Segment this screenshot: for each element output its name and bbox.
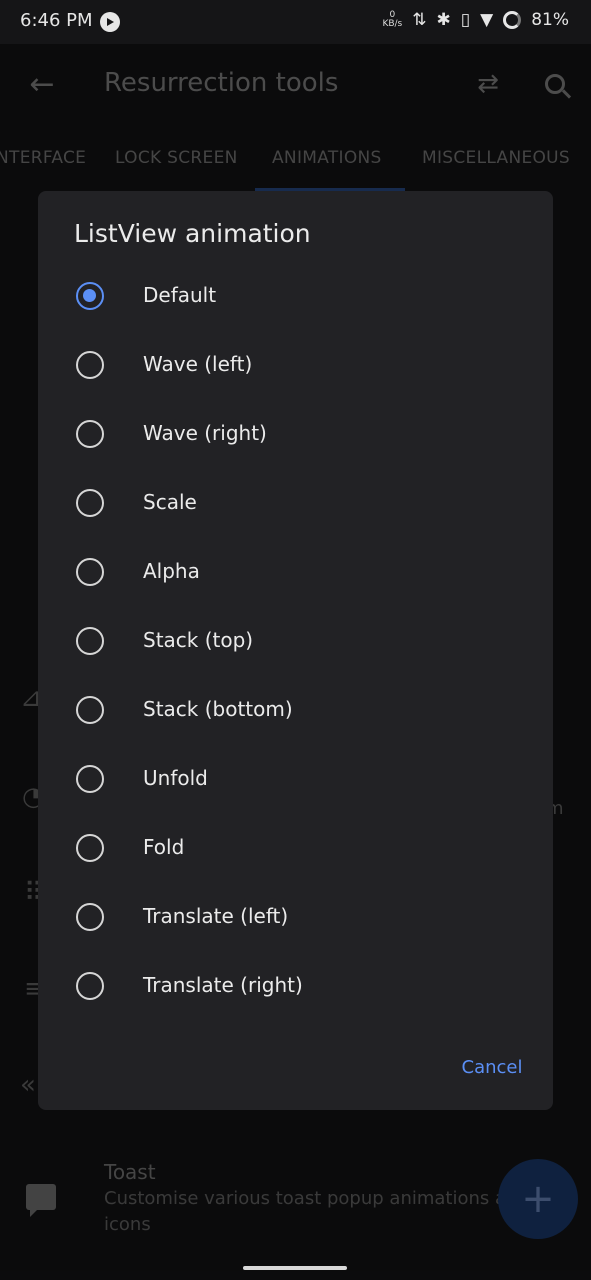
option-label: Translate (right) bbox=[143, 973, 303, 997]
option-stack-top[interactable]: Stack (top) bbox=[38, 607, 553, 676]
radio-button[interactable] bbox=[76, 420, 104, 448]
option-label: Unfold bbox=[143, 766, 208, 790]
option-wave-right[interactable]: Wave (right) bbox=[38, 400, 553, 469]
battery-icon bbox=[503, 11, 522, 29]
status-icons: 0 KB/s ⇅ ✱ ▯ ▼ 81% bbox=[382, 10, 569, 30]
option-label: Alpha bbox=[143, 559, 200, 583]
option-label: Translate (left) bbox=[143, 904, 289, 928]
radio-button[interactable] bbox=[76, 558, 104, 586]
screen: 6:46 PM 0 KB/s ⇅ ✱ ▯ ▼ 81% ← Resurrectio… bbox=[0, 0, 591, 1280]
radio-button[interactable] bbox=[76, 765, 104, 793]
network-speed-unit: KB/s bbox=[382, 19, 403, 29]
status-time: 6:46 PM bbox=[20, 10, 93, 31]
radio-button[interactable] bbox=[76, 972, 104, 1000]
bluetooth-icon: ✱ bbox=[436, 10, 451, 30]
option-label: Default bbox=[143, 283, 217, 307]
option-label: Wave (right) bbox=[143, 421, 267, 445]
cast-icon bbox=[100, 12, 120, 32]
cancel-button[interactable]: Cancel bbox=[442, 1049, 542, 1085]
battery-percent: 81% bbox=[531, 10, 569, 30]
wifi-icon: ▼ bbox=[480, 10, 494, 30]
radio-button[interactable] bbox=[76, 696, 104, 724]
option-label: Wave (left) bbox=[143, 352, 253, 376]
option-default[interactable]: Default bbox=[38, 262, 553, 331]
option-unfold[interactable]: Unfold bbox=[38, 745, 553, 814]
listview-animation-dialog: ListView animation Default Wave (left) W… bbox=[38, 191, 553, 1110]
network-speed: 0 KB/s bbox=[382, 11, 402, 29]
option-alpha[interactable]: Alpha bbox=[38, 538, 553, 607]
radio-button[interactable] bbox=[76, 903, 104, 931]
radio-button[interactable] bbox=[76, 489, 104, 517]
option-label: Stack (bottom) bbox=[143, 697, 293, 721]
vibrate-icon: ▯ bbox=[460, 10, 471, 30]
option-translate-left[interactable]: Translate (left) bbox=[38, 883, 553, 952]
navigation-handle[interactable] bbox=[243, 1266, 347, 1270]
option-label: Fold bbox=[143, 835, 185, 859]
radio-button[interactable] bbox=[76, 351, 104, 379]
data-arrows-icon: ⇅ bbox=[412, 10, 427, 30]
option-stack-bottom[interactable]: Stack (bottom) bbox=[38, 676, 553, 745]
option-translate-right[interactable]: Translate (right) bbox=[38, 952, 553, 1021]
option-fold[interactable]: Fold bbox=[38, 814, 553, 883]
option-label: Stack (top) bbox=[143, 628, 254, 652]
radio-button[interactable] bbox=[76, 627, 104, 655]
radio-button[interactable] bbox=[76, 282, 104, 310]
option-wave-left[interactable]: Wave (left) bbox=[38, 331, 553, 400]
dialog-title: ListView animation bbox=[74, 219, 311, 248]
status-bar: 6:46 PM 0 KB/s ⇅ ✱ ▯ ▼ 81% bbox=[0, 0, 591, 44]
option-label: Scale bbox=[143, 490, 197, 514]
option-scale[interactable]: Scale bbox=[38, 469, 553, 538]
radio-button[interactable] bbox=[76, 834, 104, 862]
